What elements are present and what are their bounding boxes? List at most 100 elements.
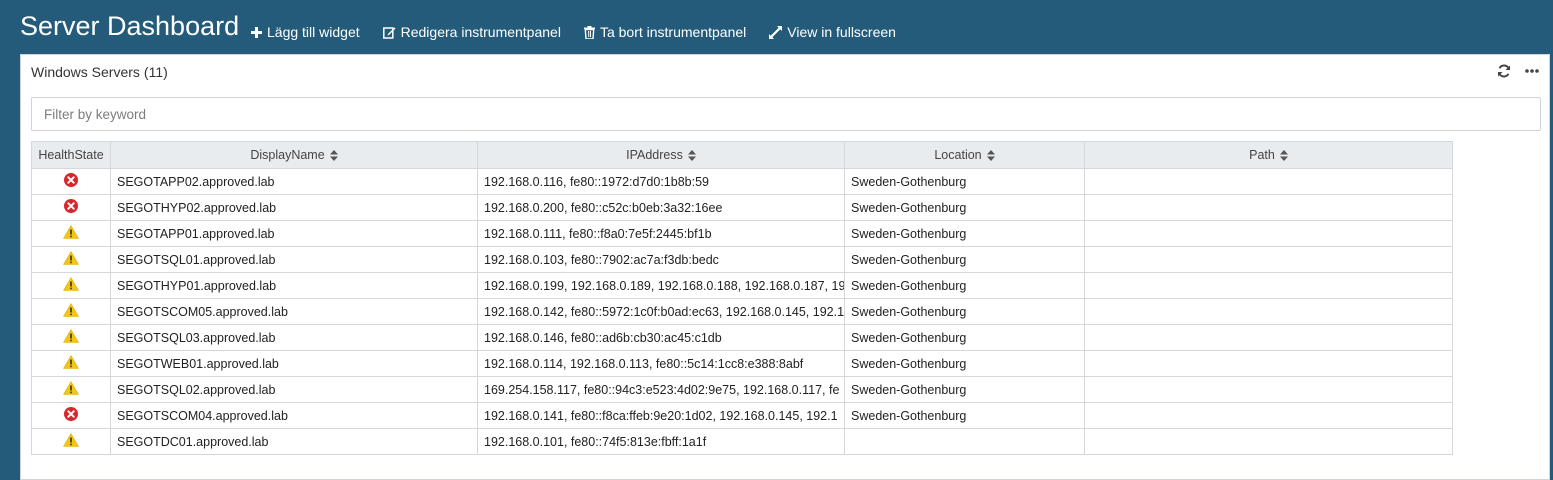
displayname-cell: SEGOTSCOM05.approved.lab xyxy=(110,298,478,325)
location-cell xyxy=(844,428,1085,455)
table-row[interactable]: SEGOTSCOM05.approved.lab 192.168.0.142, f… xyxy=(31,298,1453,325)
ipaddress-cell: 192.168.0.141, fe80::f8ca:ffeb:9e20:1d02… xyxy=(477,402,845,429)
widget-header-icons xyxy=(1497,64,1539,78)
location-cell: Sweden-Gothenburg xyxy=(844,246,1085,273)
warning-icon xyxy=(63,433,79,447)
healthstate-cell xyxy=(31,402,111,429)
sort-icon xyxy=(329,150,338,162)
column-header-ipaddress[interactable]: IPAddress xyxy=(477,141,845,169)
location-cell: Sweden-Gothenburg xyxy=(844,220,1085,247)
displayname-cell: SEGOTHYP02.approved.lab xyxy=(110,194,478,221)
ipaddress-cell: 192.168.0.199, 192.168.0.189, 192.168.0.… xyxy=(477,272,845,299)
critical-icon xyxy=(64,407,78,421)
edit-icon xyxy=(382,26,396,39)
location-cell: Sweden-Gothenburg xyxy=(844,350,1085,377)
warning-icon xyxy=(63,251,79,265)
location-cell: Sweden-Gothenburg xyxy=(844,168,1085,195)
table-row[interactable]: SEGOTWEB01.approved.lab 192.168.0.114, 19… xyxy=(31,350,1453,377)
displayname-cell: SEGOTSCOM04.approved.lab xyxy=(110,402,478,429)
sort-icon xyxy=(986,150,995,162)
column-header-displayname[interactable]: DisplayName xyxy=(110,141,478,169)
more-icon[interactable] xyxy=(1525,68,1539,74)
column-label: HealthState xyxy=(38,148,104,162)
warning-icon xyxy=(63,225,79,239)
healthstate-cell xyxy=(31,246,111,273)
refresh-icon[interactable] xyxy=(1497,64,1511,78)
path-cell xyxy=(1084,350,1453,377)
add-widget-label: Lägg till widget xyxy=(267,24,360,40)
healthstate-cell xyxy=(31,428,111,455)
table-row[interactable]: SEGOTDC01.approved.lab 192.168.0.101, fe8… xyxy=(31,428,1453,455)
table-row[interactable]: SEGOTHYP01.approved.lab 192.168.0.199, 19… xyxy=(31,272,1453,299)
widget-header: Windows Servers (11) xyxy=(21,55,1549,89)
column-header-location[interactable]: Location xyxy=(844,141,1085,169)
warning-icon xyxy=(63,277,79,291)
table-row[interactable]: SEGOTHYP02.approved.lab 192.168.0.200, fe… xyxy=(31,194,1453,221)
path-cell xyxy=(1084,298,1453,325)
ipaddress-cell: 192.168.0.103, fe80::7902:ac7a:f3db:bedc xyxy=(477,246,845,273)
filter-input[interactable] xyxy=(31,97,1541,131)
sort-icon xyxy=(1279,150,1288,162)
top-bar: Server Dashboard Lägg till widget Redige… xyxy=(0,0,1553,54)
column-label: Location xyxy=(934,148,982,162)
path-cell xyxy=(1084,376,1453,403)
table-row[interactable]: SEGOTAPP01.approved.lab 192.168.0.111, fe… xyxy=(31,220,1453,247)
column-label: DisplayName xyxy=(250,148,325,162)
displayname-cell: SEGOTHYP01.approved.lab xyxy=(110,272,478,299)
table-row[interactable]: SEGOTSQL02.approved.lab 169.254.158.117, … xyxy=(31,376,1453,403)
table-row[interactable]: SEGOTSQL01.approved.lab 192.168.0.103, fe… xyxy=(31,246,1453,273)
path-cell xyxy=(1084,194,1453,221)
location-cell: Sweden-Gothenburg xyxy=(844,376,1085,403)
healthstate-cell xyxy=(31,220,111,247)
displayname-cell: SEGOTSQL02.approved.lab xyxy=(110,376,478,403)
warning-icon xyxy=(63,329,79,343)
healthstate-cell xyxy=(31,168,111,195)
path-cell xyxy=(1084,272,1453,299)
ipaddress-cell: 192.168.0.146, fe80::ad6b:cb30:ac45:c1db xyxy=(477,324,845,351)
table-row[interactable]: SEGOTSQL03.approved.lab 192.168.0.146, fe… xyxy=(31,324,1453,351)
ipaddress-cell: 192.168.0.142, fe80::5972:1c0f:b0ad:ec63… xyxy=(477,298,845,325)
warning-icon xyxy=(63,355,79,369)
column-header-healthstate[interactable]: HealthState xyxy=(31,141,111,169)
widget-title-text: Windows Servers xyxy=(31,64,140,80)
page-title: Server Dashboard xyxy=(20,11,240,41)
critical-icon xyxy=(64,173,78,187)
critical-icon xyxy=(64,199,78,213)
displayname-cell: SEGOTWEB01.approved.lab xyxy=(110,350,478,377)
dashboard-toolbar: Lägg till widget Redigera instrumentpane… xyxy=(251,22,919,42)
healthstate-cell xyxy=(31,324,111,351)
edit-dashboard-label: Redigera instrumentpanel xyxy=(400,24,561,40)
path-cell xyxy=(1084,168,1453,195)
plus-icon xyxy=(251,26,262,38)
edit-dashboard-button[interactable]: Redigera instrumentpanel xyxy=(382,24,561,40)
column-header-path[interactable]: Path xyxy=(1084,141,1453,169)
table-row[interactable]: SEGOTSCOM04.approved.lab 192.168.0.141, f… xyxy=(31,402,1453,429)
healthstate-cell xyxy=(31,350,111,377)
windows-servers-widget: Windows Servers(11) HealthState DisplayN… xyxy=(20,54,1550,480)
location-cell: Sweden-Gothenburg xyxy=(844,298,1085,325)
path-cell xyxy=(1084,220,1453,247)
displayname-cell: SEGOTSQL03.approved.lab xyxy=(110,324,478,351)
table-row[interactable]: SEGOTAPP02.approved.lab 192.168.0.116, fe… xyxy=(31,168,1453,195)
path-cell xyxy=(1084,428,1453,455)
delete-dashboard-label: Ta bort instrumentpanel xyxy=(599,24,747,40)
path-cell xyxy=(1084,324,1453,351)
ipaddress-cell: 192.168.0.111, fe80::f8a0:7e5f:2445:bf1b xyxy=(477,220,845,247)
ipaddress-cell: 192.168.0.101, fe80::74f5:813e:fbff:1a1f xyxy=(477,428,845,455)
warning-icon xyxy=(63,381,79,395)
fullscreen-label: View in fullscreen xyxy=(787,24,896,40)
delete-dashboard-button[interactable]: Ta bort instrumentpanel xyxy=(583,24,747,40)
healthstate-cell xyxy=(31,298,111,325)
displayname-cell: SEGOTDC01.approved.lab xyxy=(110,428,478,455)
ipaddress-cell: 192.168.0.116, fe80::1972:d7d0:1b8b:59 xyxy=(477,168,845,195)
widget-count: (11) xyxy=(143,64,168,80)
displayname-cell: SEGOTAPP02.approved.lab xyxy=(110,168,478,195)
add-widget-button[interactable]: Lägg till widget xyxy=(251,24,360,40)
ipaddress-cell: 192.168.0.200, fe80::c52c:b0eb:3a32:16ee xyxy=(477,194,845,221)
trash-icon xyxy=(583,25,595,39)
healthstate-cell xyxy=(31,194,111,221)
warning-icon xyxy=(63,303,79,317)
path-cell xyxy=(1084,402,1453,429)
fullscreen-button[interactable]: View in fullscreen xyxy=(769,24,896,40)
column-label: Path xyxy=(1249,148,1275,162)
